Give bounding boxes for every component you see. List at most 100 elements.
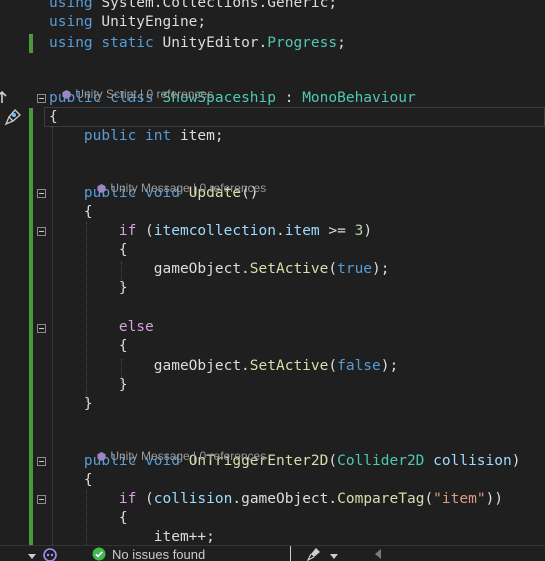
code-token: item++; xyxy=(49,529,215,545)
code-token: using xyxy=(49,14,93,30)
code-token: else xyxy=(49,319,154,335)
code-line[interactable]: if (itemcollection.item >= 3) xyxy=(49,222,372,241)
code-token: itemcollection xyxy=(153,223,276,239)
code-token: ( xyxy=(328,358,338,374)
codelens-kind[interactable]: Unity Message xyxy=(110,449,189,463)
codelens-references[interactable]: 0 references xyxy=(200,449,267,463)
code-line[interactable]: if (collision.gameObject.CompareTag("ite… xyxy=(49,490,503,509)
code-token: using static xyxy=(49,35,154,51)
change-indicator xyxy=(29,34,33,53)
issues-text: No issues found xyxy=(112,547,206,561)
code-token: SetActive xyxy=(249,358,329,374)
code-token: { xyxy=(49,510,128,526)
code-line[interactable]: gameObject.SetActive(true); xyxy=(49,260,390,279)
code-line[interactable]: { xyxy=(49,241,128,260)
code-line[interactable]: } xyxy=(49,376,128,395)
fold-toggle[interactable] xyxy=(37,457,46,466)
code-token: ( xyxy=(136,491,154,507)
scroll-left-icon[interactable] xyxy=(374,548,382,561)
code-token: >= xyxy=(319,223,355,239)
code-token: UnityEngine; xyxy=(92,14,207,30)
code-token: } xyxy=(49,377,128,393)
code-token: ); xyxy=(380,358,399,374)
codelens-kind[interactable]: Unity Script xyxy=(75,87,136,101)
code-token: ; xyxy=(337,35,346,51)
code-token: ( xyxy=(136,223,154,239)
fold-toggle[interactable] xyxy=(37,94,46,103)
code-token: : xyxy=(276,90,303,106)
code-cleanup-brush-icon[interactable] xyxy=(306,547,324,561)
codelens-hint: Unity Message | 0 references xyxy=(84,435,266,463)
code-line[interactable]: public int item; xyxy=(49,127,224,146)
code-line[interactable]: { xyxy=(49,337,128,356)
codelens-kind[interactable]: Unity Message xyxy=(110,181,189,195)
code-token: UnityEditor. xyxy=(153,35,268,51)
code-token: } xyxy=(49,396,93,412)
arrow-up-icon[interactable] xyxy=(0,87,14,107)
code-editor[interactable]: using System.Collections.Generic; using … xyxy=(0,0,545,560)
copilot-icon[interactable] xyxy=(42,547,58,561)
quick-actions-brush-icon[interactable] xyxy=(3,107,23,127)
code-line[interactable]: { xyxy=(49,509,128,528)
code-line[interactable]: gameObject.SetActive(false); xyxy=(49,357,398,376)
code-token: item; xyxy=(179,128,224,144)
fold-toggle[interactable] xyxy=(37,495,46,504)
code-token: if xyxy=(49,223,137,239)
fold-toggle[interactable] xyxy=(37,227,46,236)
code-token: SetActive xyxy=(249,261,329,277)
unity-icon xyxy=(62,88,71,99)
code-token: "item" xyxy=(433,491,486,507)
code-line[interactable]: using static UnityEditor.Progress; xyxy=(49,34,346,53)
code-line[interactable]: using UnityEngine; xyxy=(49,13,206,32)
codelens-separator: | xyxy=(136,87,147,101)
check-circle-icon xyxy=(92,547,106,561)
code-line[interactable]: using System.Collections.Generic; xyxy=(49,0,337,13)
codelens-separator: | xyxy=(189,449,200,463)
code-token: Progress xyxy=(267,35,338,51)
code-token: item xyxy=(284,223,320,239)
code-token: 3 xyxy=(354,223,364,239)
chevron-down-icon[interactable] xyxy=(28,549,36,561)
code-token: gameObject. xyxy=(49,358,250,374)
codelens-hint: Unity Message | 0 references xyxy=(84,167,266,195)
code-token: Collider2D xyxy=(337,453,425,469)
code-token: } xyxy=(49,280,128,296)
code-token: { xyxy=(49,242,128,258)
status-bar: No issues found xyxy=(0,545,545,561)
issues-indicator[interactable]: No issues found xyxy=(92,547,205,561)
codelens-references[interactable]: 0 references xyxy=(147,87,214,101)
fold-toggle[interactable] xyxy=(37,324,46,333)
unity-icon xyxy=(97,450,106,461)
code-token: ( xyxy=(328,453,338,469)
code-token: false xyxy=(337,358,381,374)
code-token: )) xyxy=(485,491,504,507)
change-indicator xyxy=(29,108,33,545)
codelens-separator: | xyxy=(189,181,200,195)
glyph-margin xyxy=(0,0,30,560)
code-line[interactable]: } xyxy=(49,279,128,298)
status-divider xyxy=(290,546,291,561)
code-token: collision xyxy=(433,453,512,469)
code-token: MonoBehaviour xyxy=(302,90,416,106)
code-token: public int xyxy=(49,128,180,144)
code-line[interactable]: else xyxy=(49,318,154,337)
code-token: ) xyxy=(511,453,521,469)
code-token: collision xyxy=(153,491,233,507)
unity-icon xyxy=(97,182,106,193)
code-token: ( xyxy=(328,261,338,277)
code-token: System.Collections.Generic; xyxy=(92,0,338,11)
code-token: gameObject. xyxy=(49,261,250,277)
chevron-down-icon[interactable] xyxy=(330,549,338,561)
code-token: if xyxy=(49,491,137,507)
code-token: ); xyxy=(372,261,390,277)
codelens-references[interactable]: 0 references xyxy=(200,181,267,195)
codelens-hint: Unity Script | 0 references xyxy=(49,73,213,101)
current-line-highlight xyxy=(44,107,545,127)
code-token: CompareTag xyxy=(337,491,425,507)
code-token: ) xyxy=(363,223,373,239)
fold-toggle[interactable] xyxy=(37,189,46,198)
code-token: . xyxy=(276,223,285,239)
code-line[interactable]: } xyxy=(49,395,93,414)
code-token: true xyxy=(337,261,373,277)
